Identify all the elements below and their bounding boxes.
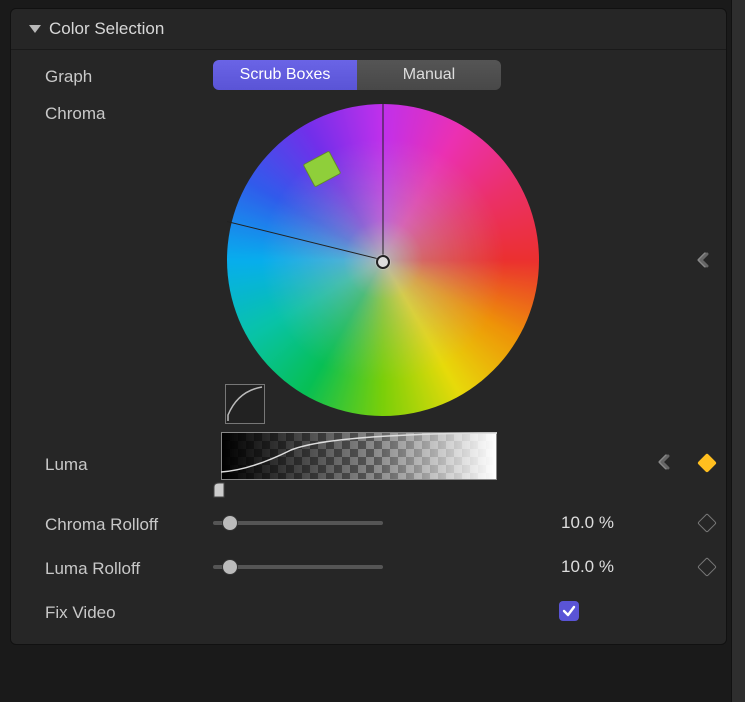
luma-keyframe-button[interactable] — [697, 453, 717, 473]
luma-rolloff-keyframe-button[interactable] — [697, 557, 717, 577]
chroma-center-handle[interactable] — [376, 255, 390, 269]
graph-row: Graph Scrub Boxes Manual — [45, 56, 714, 94]
graph-mode-segmented: Scrub Boxes Manual — [213, 60, 501, 90]
section-header[interactable]: Color Selection — [11, 9, 726, 50]
chroma-rolloff-row: Chroma Rolloff 10.0 % — [45, 504, 714, 542]
chroma-rolloff-slider[interactable] — [213, 513, 383, 533]
luma-label: Luma — [45, 451, 203, 475]
luma-rolloff-slider[interactable] — [213, 557, 383, 577]
fix-video-label: Fix Video — [45, 599, 203, 623]
luma-rolloff-value-field[interactable]: 10.0 % — [524, 557, 614, 577]
chroma-rolloff-value-field[interactable]: 10.0 % — [524, 513, 614, 533]
fix-video-row: Fix Video — [45, 592, 714, 630]
adjacent-panel-edge — [731, 0, 745, 702]
color-selection-panel: Color Selection Graph Scrub Boxes Manual… — [10, 8, 727, 645]
chroma-rolloff-keyframe-button[interactable] — [697, 513, 717, 533]
graph-label: Graph — [45, 63, 203, 87]
chroma-falloff-curve-icon[interactable] — [225, 384, 265, 424]
seg-scrub-boxes[interactable]: Scrub Boxes — [213, 60, 357, 90]
fix-video-checkbox[interactable] — [559, 601, 579, 621]
section-title: Color Selection — [49, 19, 164, 39]
luma-gradient-control[interactable] — [213, 428, 503, 498]
luma-rolloff-label: Luma Rolloff — [45, 555, 203, 579]
disclosure-triangle-icon[interactable] — [29, 25, 41, 33]
luma-rolloff-row: Luma Rolloff 10.0 % — [45, 548, 714, 586]
luma-range-handle[interactable] — [213, 482, 225, 498]
chroma-reset-button[interactable] — [697, 252, 719, 270]
chroma-label: Chroma — [45, 100, 203, 124]
luma-reset-button[interactable] — [658, 454, 680, 472]
chroma-row: Chroma — [45, 100, 714, 422]
luma-row: Luma — [45, 428, 714, 498]
chroma-rolloff-label: Chroma Rolloff — [45, 511, 203, 535]
chroma-wheel[interactable] — [213, 102, 553, 422]
seg-manual[interactable]: Manual — [357, 60, 501, 90]
